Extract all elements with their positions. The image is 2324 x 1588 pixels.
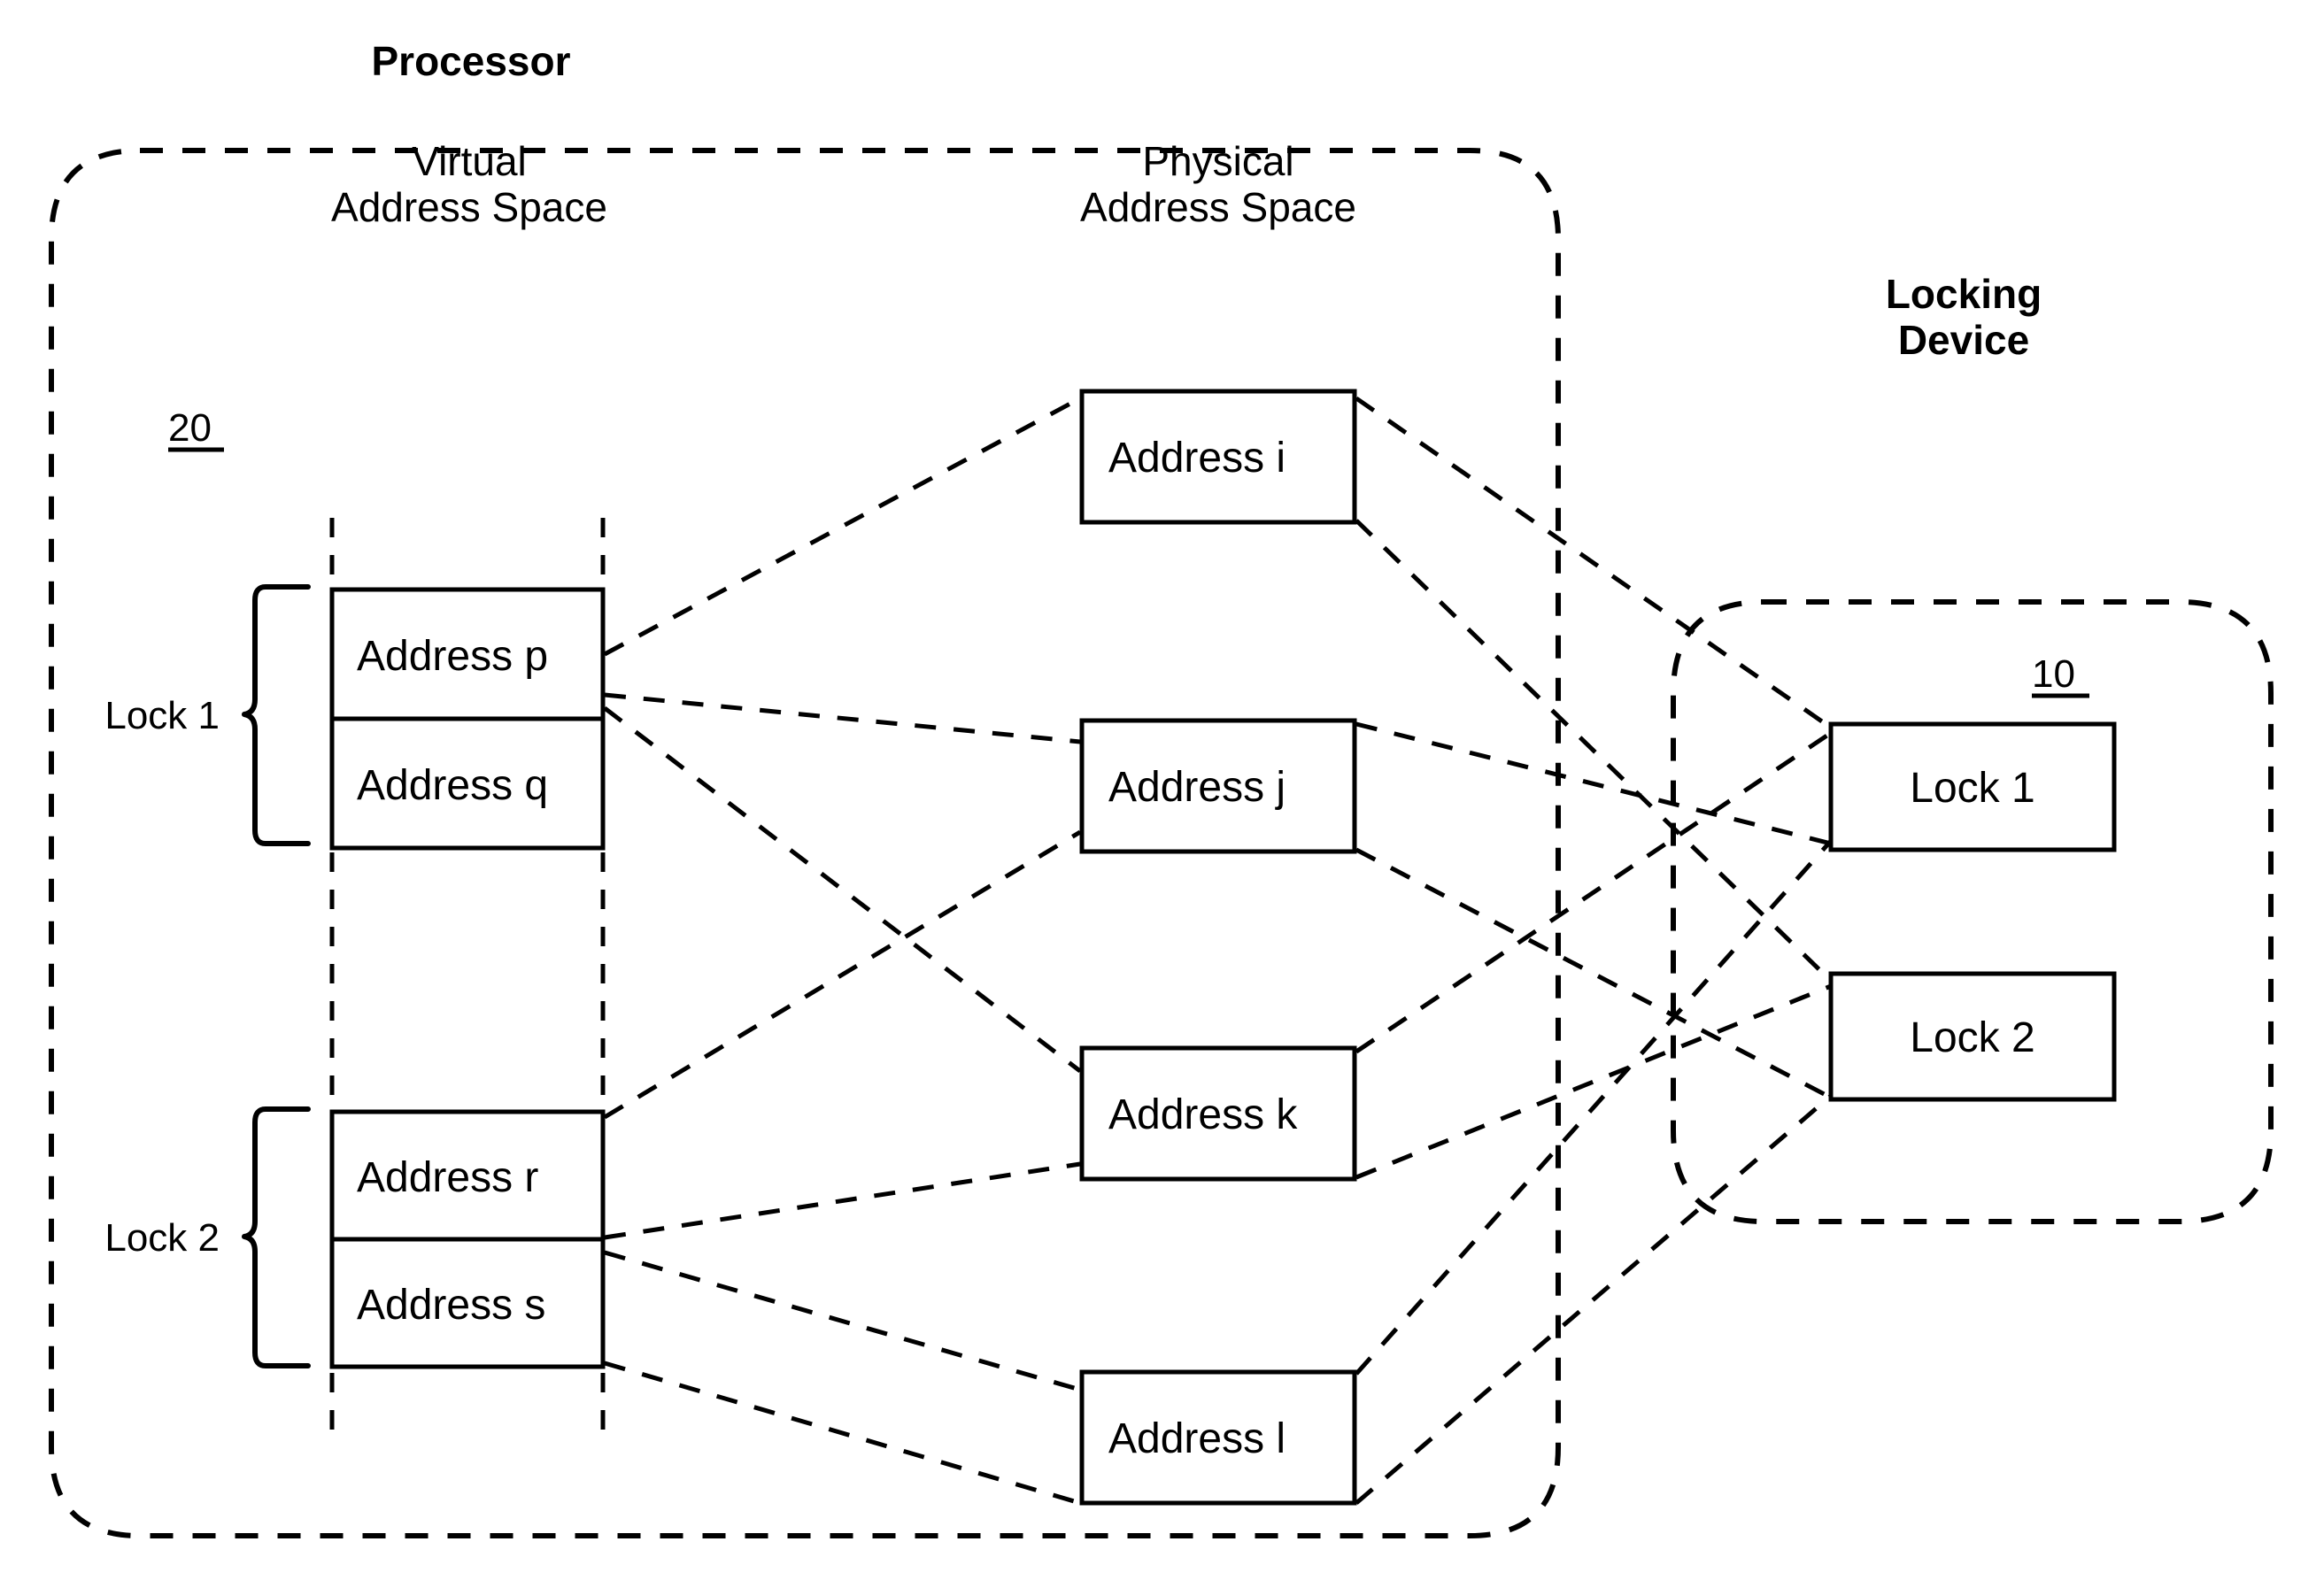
physical-address-label-k: Address k [1108, 1091, 1298, 1138]
virtual-address-label-q: Address q [357, 762, 548, 809]
physical-address-label-l: Address l [1108, 1415, 1286, 1462]
processor-reference-numeral: 20 [168, 406, 212, 450]
link-r-to-j [603, 829, 1082, 1120]
physical-address-label-i: Address i [1108, 435, 1286, 482]
link-s-to-l [604, 1250, 1081, 1392]
physical-space-header-line1: Physical [1142, 138, 1293, 184]
brace-lock-1 [242, 584, 311, 846]
virtual-address-label-s: Address s [357, 1282, 545, 1329]
locking-device-reference-numeral: 10 [2032, 652, 2075, 696]
virtual-group-label-lock-1: Lock 1 [104, 694, 220, 737]
link-p-to-i [603, 396, 1082, 657]
link-r-to-k [604, 1161, 1081, 1240]
brace-lock-2 [242, 1106, 311, 1368]
link-q-to-k [603, 706, 1082, 1073]
processor-title: Processor [371, 38, 570, 84]
virtual-space-header-line1: Virtual [412, 138, 527, 184]
virtual-address-label-r: Address r [357, 1154, 538, 1201]
link-p-to-j [604, 692, 1081, 744]
physical-space-header-line2: Address Space [1080, 184, 1356, 230]
link-k-to-lock1 [1355, 730, 1833, 1054]
virtual-group-label-lock-2: Lock 2 [104, 1216, 220, 1260]
link-i-to-lock1 [1355, 396, 1833, 730]
link-k-to-lock2 [1355, 983, 1832, 1180]
virtual-space-header-line2: Address Space [331, 184, 607, 230]
lock-label-2: Lock 2 [1910, 1014, 2034, 1061]
link-j-to-lock1 [1355, 721, 1832, 846]
link-j-to-lock2 [1355, 847, 1833, 1100]
locking-device-title-line2: Device [1898, 317, 2029, 363]
link-l-to-lock1 [1355, 839, 1833, 1376]
locking-device-boundary [1671, 599, 2274, 1224]
diagram-canvas: Processor Virtual Address Space Physical… [49, 38, 2274, 1538]
link-l-to-lock2 [1355, 1094, 1833, 1505]
locking-device-title-line1: Locking [1886, 271, 2042, 317]
virtual-address-label-p: Address p [357, 633, 548, 680]
link-s-to-l-lower [604, 1361, 1081, 1506]
lock-label-1: Lock 1 [1910, 765, 2034, 812]
link-i-to-lock2 [1355, 519, 1833, 983]
patent-figure: Processor Virtual Address Space Physical… [0, 0, 2324, 1588]
physical-address-label-j: Address j [1108, 764, 1286, 811]
